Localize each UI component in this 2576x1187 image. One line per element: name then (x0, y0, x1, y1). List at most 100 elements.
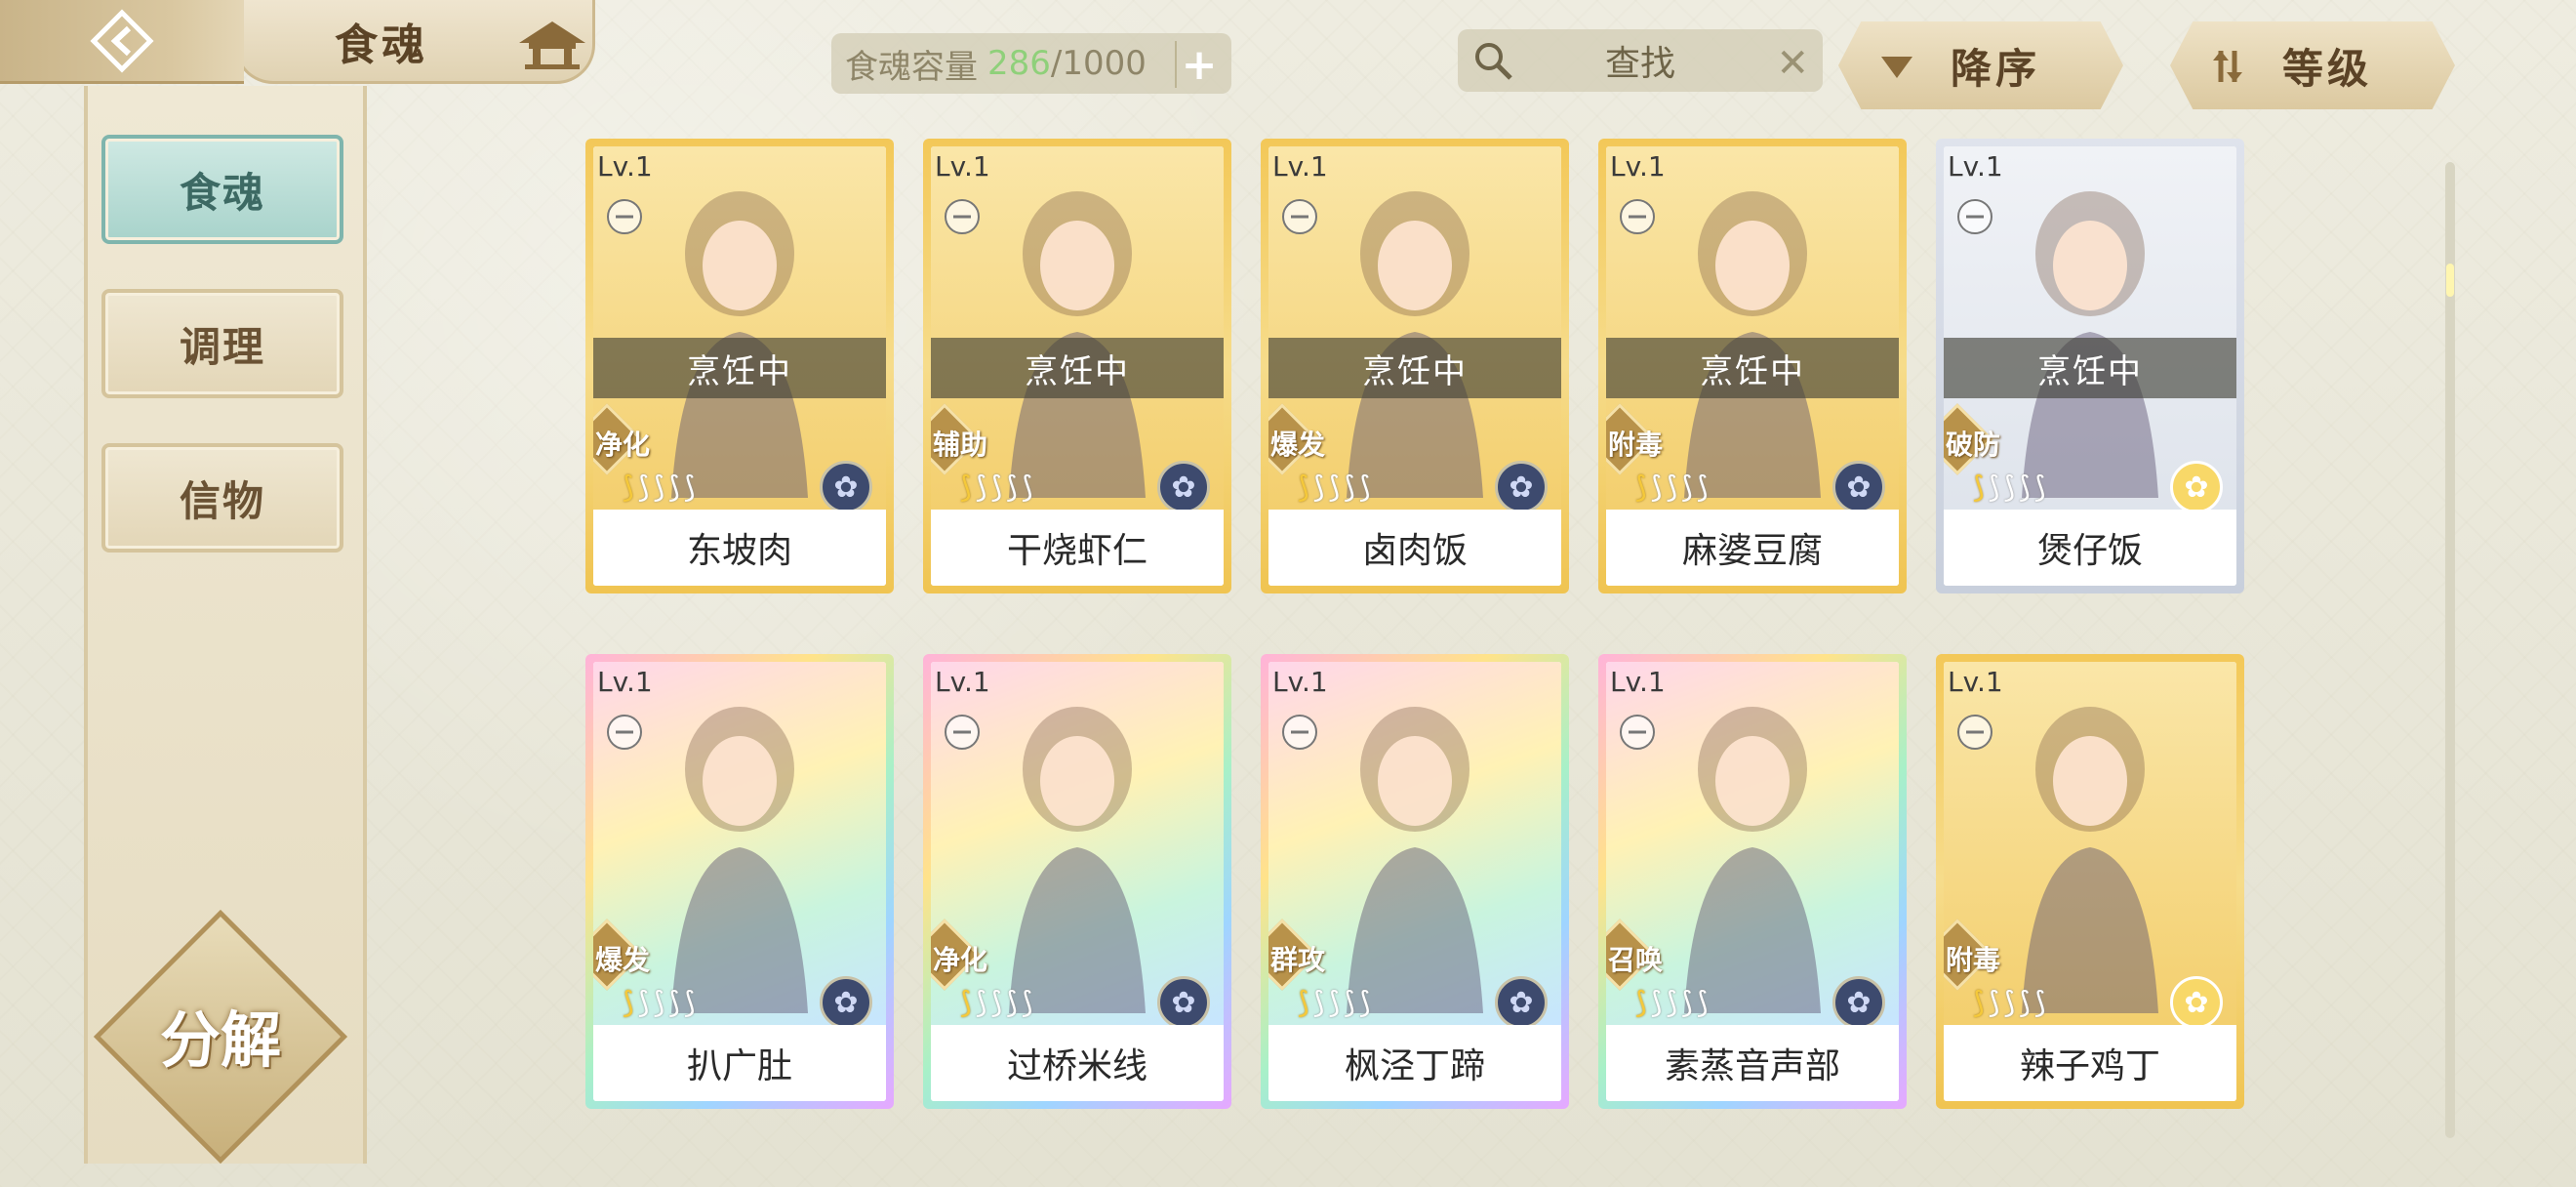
bowl-icon (1620, 715, 1655, 750)
food-soul-card[interactable]: Lv.1 烹饪中 附毒 ⟆ ⟆ ⟆ ⟆ ⟆ ✿ 麻婆豆腐 (1598, 139, 1907, 594)
back-button[interactable] (0, 0, 244, 84)
card-level: Lv.1 (1948, 150, 2003, 183)
card-level: Lv.1 (935, 666, 990, 698)
card-name: 过桥米线 (931, 1025, 1224, 1101)
star-rating: ⟆ ⟆ ⟆ ⟆ ⟆ (1298, 986, 1371, 1020)
role-tag: 召唤 (1608, 944, 1664, 976)
card-name: 干烧虾仁 (931, 510, 1224, 586)
bowl-icon (945, 199, 980, 234)
food-soul-card[interactable]: Lv.1 爆发 ⟆ ⟆ ⟆ ⟆ ⟆ ✿ 扒广肚 (585, 654, 894, 1109)
star-icon: ⟆ (1312, 471, 1325, 505)
add-capacity-button[interactable]: + (1175, 39, 1222, 90)
card-level: Lv.1 (1272, 150, 1328, 183)
food-soul-card[interactable]: Lv.1 烹饪中 爆发 ⟆ ⟆ ⟆ ⟆ ⟆ ✿ 卤肉饭 (1261, 139, 1569, 594)
capacity-display: 食魂容量 286 /1000 + (831, 33, 1231, 94)
flower-emblem-icon: ✿ (2170, 461, 2223, 513)
star-icon: ⟆ (683, 471, 696, 505)
role-tag: 附毒 (1946, 944, 2001, 976)
sort-key-button[interactable]: 等级 (2170, 21, 2455, 109)
star-rating: ⟆ ⟆ ⟆ ⟆ ⟆ (960, 471, 1033, 505)
cooking-status: 烹饪中 (593, 338, 886, 398)
flower-emblem-icon: ✿ (1832, 976, 1885, 1029)
star-icon: ⟆ (683, 986, 696, 1020)
star-icon: ⟆ (960, 986, 972, 1020)
star-icon: ⟆ (1328, 471, 1341, 505)
star-icon: ⟆ (960, 471, 972, 505)
star-icon: ⟆ (1635, 986, 1647, 1020)
search-input[interactable]: 查找 ✕ (1458, 29, 1823, 92)
star-icon: ⟆ (1650, 471, 1663, 505)
role-tag: 净化 (595, 429, 651, 461)
star-rating: ⟆ ⟆ ⟆ ⟆ ⟆ (1973, 986, 2046, 1020)
card-name: 辣子鸡丁 (1944, 1025, 2236, 1101)
plus-icon: + (1181, 39, 1218, 90)
sort-bars-icon (2213, 51, 2242, 82)
star-icon: ⟆ (668, 471, 680, 505)
tab-food-soul[interactable]: 食魂 (101, 135, 343, 244)
star-icon: ⟆ (1021, 471, 1033, 505)
flower-emblem-icon: ✿ (1157, 461, 1210, 513)
sort-key-label: 等级 (2281, 44, 2372, 93)
character-portrait (1347, 707, 1483, 1013)
character-portrait (1684, 191, 1821, 498)
cooking-status: 烹饪中 (1268, 338, 1561, 398)
star-icon: ⟆ (1298, 986, 1309, 1020)
tab-conditioning-label: 调理 (179, 322, 265, 371)
cooking-status: 烹饪中 (1944, 338, 2236, 398)
star-rating: ⟆ ⟆ ⟆ ⟆ ⟆ (1635, 471, 1709, 505)
card-name: 素蒸音声部 (1606, 1025, 1899, 1101)
food-soul-card[interactable]: Lv.1 召唤 ⟆ ⟆ ⟆ ⟆ ⟆ ✿ 素蒸音声部 (1598, 654, 1907, 1109)
decompose-label[interactable]: 分解 (131, 986, 310, 1084)
star-icon: ⟆ (2033, 986, 2046, 1020)
card-name: 东坡肉 (593, 510, 886, 586)
star-icon: ⟆ (975, 471, 987, 505)
card-name: 麻婆豆腐 (1606, 510, 1899, 586)
star-icon: ⟆ (1344, 471, 1355, 505)
food-soul-card[interactable]: Lv.1 群攻 ⟆ ⟆ ⟆ ⟆ ⟆ ✿ 枫泾丁蹄 (1261, 654, 1569, 1109)
role-tag: 附毒 (1608, 429, 1664, 461)
bowl-icon (1282, 199, 1317, 234)
sort-order-button[interactable]: 降序 (1838, 21, 2123, 109)
food-soul-card[interactable]: Lv.1 烹饪中 辅助 ⟆ ⟆ ⟆ ⟆ ⟆ ✿ 干烧虾仁 (923, 139, 1231, 594)
star-icon: ⟆ (1312, 986, 1325, 1020)
star-icon: ⟆ (2003, 471, 2016, 505)
star-icon: ⟆ (1973, 471, 1985, 505)
card-level: Lv.1 (1272, 666, 1328, 698)
search-icon (1475, 43, 1512, 80)
card-level: Lv.1 (597, 150, 653, 183)
card-level: Lv.1 (597, 666, 653, 698)
search-placeholder: 查找 (1604, 44, 1675, 84)
food-soul-card[interactable]: Lv.1 净化 ⟆ ⟆ ⟆ ⟆ ⟆ ✿ 过桥米线 (923, 654, 1231, 1109)
card-body: Lv.1 烹饪中 破防 ⟆ ⟆ ⟆ ⟆ ⟆ ✿ 煲仔饭 (1944, 146, 2236, 586)
star-icon: ⟆ (2003, 986, 2016, 1020)
flower-emblem-icon: ✿ (1495, 976, 1548, 1029)
star-icon: ⟆ (653, 986, 665, 1020)
star-icon: ⟆ (1988, 471, 2000, 505)
bowl-icon (1282, 715, 1317, 750)
capacity-label: 食魂容量 (845, 47, 978, 87)
card-body: Lv.1 烹饪中 附毒 ⟆ ⟆ ⟆ ⟆ ⟆ ✿ 麻婆豆腐 (1606, 146, 1899, 586)
star-icon: ⟆ (1358, 986, 1371, 1020)
star-icon: ⟆ (990, 986, 1003, 1020)
food-soul-card[interactable]: Lv.1 烹饪中 净化 ⟆ ⟆ ⟆ ⟆ ⟆ ✿ 东坡肉 (585, 139, 894, 594)
flower-emblem-icon: ✿ (820, 461, 872, 513)
tab-keepsake[interactable]: 信物 (101, 443, 343, 553)
role-tag: 爆发 (595, 944, 651, 976)
tab-conditioning[interactable]: 调理 (101, 289, 343, 398)
role-tag: 破防 (1946, 429, 2001, 461)
bowl-icon (607, 715, 642, 750)
star-icon: ⟆ (1635, 471, 1647, 505)
home-button[interactable] (515, 18, 589, 76)
cooking-status: 烹饪中 (1606, 338, 1899, 398)
scroll-thumb[interactable] (2446, 264, 2454, 297)
star-icon: ⟆ (1666, 471, 1678, 505)
scrollbar[interactable] (2445, 162, 2455, 1138)
bowl-icon (1620, 199, 1655, 234)
star-icon: ⟆ (1696, 471, 1709, 505)
character-portrait (2022, 191, 2158, 498)
close-icon[interactable]: ✕ (1776, 41, 1809, 86)
food-soul-card[interactable]: Lv.1 烹饪中 破防 ⟆ ⟆ ⟆ ⟆ ⟆ ✿ 煲仔饭 (1936, 139, 2244, 594)
star-rating: ⟆ ⟆ ⟆ ⟆ ⟆ (1973, 471, 2046, 505)
star-icon: ⟆ (1328, 986, 1341, 1020)
food-soul-card[interactable]: Lv.1 附毒 ⟆ ⟆ ⟆ ⟆ ⟆ ✿ 辣子鸡丁 (1936, 654, 2244, 1109)
